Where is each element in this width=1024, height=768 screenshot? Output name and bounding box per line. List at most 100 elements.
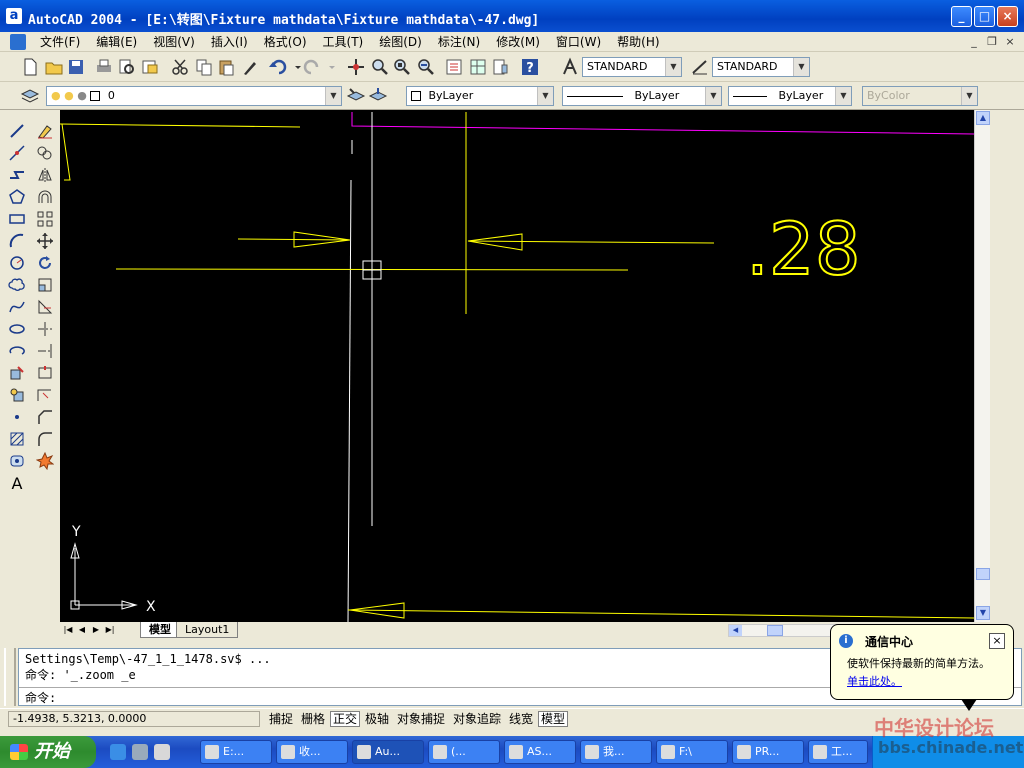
chevron-down-icon[interactable]: ▼ [537,87,553,105]
print-preview-icon[interactable] [116,57,136,77]
linetype-select[interactable]: ByLayer ▼ [562,86,722,106]
otrack-toggle[interactable]: 对象追踪 [450,711,504,727]
polyline-icon[interactable] [8,166,26,184]
make-block-icon[interactable] [8,386,26,404]
break-icon[interactable] [36,386,54,404]
move-icon[interactable] [36,232,54,250]
layer-select[interactable]: ● ● ● 0 ▼ [46,86,342,106]
menu-modify[interactable]: 修改(M) [488,34,548,50]
menu-edit[interactable]: 编辑(E) [88,34,145,50]
command-prompt[interactable]: 命令: [25,689,56,706]
save-icon[interactable] [66,57,86,77]
start-button[interactable]: 开始 [0,736,96,768]
vertical-scrollbar[interactable]: ▲ ▼ [974,110,990,622]
layer-lock-icon[interactable]: ● [77,89,87,102]
hatch-icon[interactable] [8,430,26,448]
zoom-window-icon[interactable] [392,57,412,77]
paste-icon[interactable] [216,57,236,77]
copy-icon[interactable] [194,57,214,77]
coordinate-readout[interactable]: -1.4938, 5.3213, 0.0000 [8,711,260,727]
chevron-down-icon[interactable]: ▼ [325,87,341,105]
close-button[interactable]: × [997,6,1018,27]
drawing-canvas[interactable]: .28 Y X [60,110,974,622]
zoom-realtime-icon[interactable] [370,57,390,77]
tab-layout1[interactable]: Layout1 [176,622,239,638]
ellipse-icon[interactable] [8,320,26,338]
line-tool-icon[interactable] [8,122,26,140]
arc-icon[interactable] [8,232,26,250]
taskbar-item[interactable]: 收... [276,740,348,764]
command-window-grip[interactable] [4,648,16,706]
lineweight-select[interactable]: ByLayer ▼ [728,86,852,106]
layer-thaw-icon[interactable]: ● [64,89,74,102]
print-icon[interactable] [94,57,114,77]
help-icon[interactable]: ? [520,57,540,77]
chamfer-icon[interactable] [36,408,54,426]
insert-block-icon[interactable] [8,364,26,382]
taskbar-item[interactable]: 工... [808,740,868,764]
break-at-point-icon[interactable] [36,364,54,382]
horizontal-scroll-thumb[interactable] [767,625,783,636]
tool-palettes-icon[interactable] [490,57,510,77]
new-file-icon[interactable] [20,57,40,77]
media-quicklaunch-icon[interactable] [132,744,148,760]
erase-icon[interactable] [36,122,54,140]
menu-file[interactable]: 文件(F) [32,34,88,50]
taskbar-item[interactable]: F:\ [656,740,728,764]
taskbar-item[interactable]: AS... [504,740,576,764]
doc-restore-button[interactable]: ❐ [984,34,1000,50]
chevron-down-icon[interactable]: ▼ [705,87,721,105]
doc-close-button[interactable]: × [1002,34,1018,50]
extend-icon[interactable] [36,342,54,360]
polar-toggle[interactable]: 极轴 [362,711,392,727]
chevron-down-icon[interactable]: ▼ [665,58,681,76]
first-tab-icon[interactable]: |◀ [62,623,74,636]
autocad-app-icon[interactable]: a [6,8,22,24]
rotate-icon[interactable] [36,254,54,272]
multiline-text-icon[interactable]: A [8,474,26,493]
menu-tools[interactable]: 工具(T) [315,34,372,50]
trim-icon[interactable] [36,320,54,338]
color-select[interactable]: ByLayer ▼ [406,86,554,106]
spline-icon[interactable] [8,298,26,316]
fillet-icon[interactable] [36,430,54,448]
osnap-toggle[interactable]: 对象捕捉 [394,711,448,727]
mirror-icon[interactable] [36,166,54,184]
copy-object-icon[interactable] [36,144,54,162]
revision-cloud-icon[interactable] [8,276,26,294]
explode-icon[interactable] [35,451,55,471]
open-folder-icon[interactable] [44,57,64,77]
vertical-scroll-thumb[interactable] [976,568,990,580]
menu-format[interactable]: 格式(O) [256,34,315,50]
stretch-icon[interactable] [36,298,54,316]
text-style-icon[interactable] [560,57,580,77]
menu-window[interactable]: 窗口(W) [548,34,609,50]
drawing-document-icon[interactable] [10,34,26,50]
menu-draw[interactable]: 绘图(D) [371,34,430,50]
previous-tab-icon[interactable]: ◀ [76,623,88,636]
tab-model[interactable]: 模型 [140,622,180,638]
last-tab-icon[interactable]: ▶| [104,623,116,636]
layer-previous-icon[interactable] [368,86,388,106]
properties-icon[interactable] [444,57,464,77]
scroll-left-icon[interactable]: ◀ [729,625,742,636]
desktop-quicklaunch-icon[interactable] [154,744,170,760]
minimize-button[interactable]: _ [951,6,972,27]
snap-toggle[interactable]: 捕捉 [266,711,296,727]
ortho-toggle[interactable]: 正交 [330,711,361,727]
scroll-up-icon[interactable]: ▲ [976,111,990,125]
polygon-icon[interactable] [8,188,26,206]
taskbar-item[interactable]: PR... [732,740,804,764]
rectangle-icon[interactable] [8,210,26,228]
menu-help[interactable]: 帮助(H) [609,34,667,50]
maximize-button[interactable]: □ [974,6,995,27]
taskbar-item[interactable]: E:... [200,740,272,764]
next-tab-icon[interactable]: ▶ [90,623,102,636]
chevron-down-icon[interactable]: ▼ [793,58,809,76]
redo-dropdown-icon[interactable] [322,57,335,77]
balloon-link[interactable]: 单击此处。 [847,673,902,689]
taskbar-item[interactable]: 我... [580,740,652,764]
dimension-style-icon[interactable] [690,57,710,77]
title-bar[interactable]: a AutoCAD 2004 - [E:\转图\Fixture mathdata… [0,0,1024,32]
offset-icon[interactable] [36,188,54,206]
